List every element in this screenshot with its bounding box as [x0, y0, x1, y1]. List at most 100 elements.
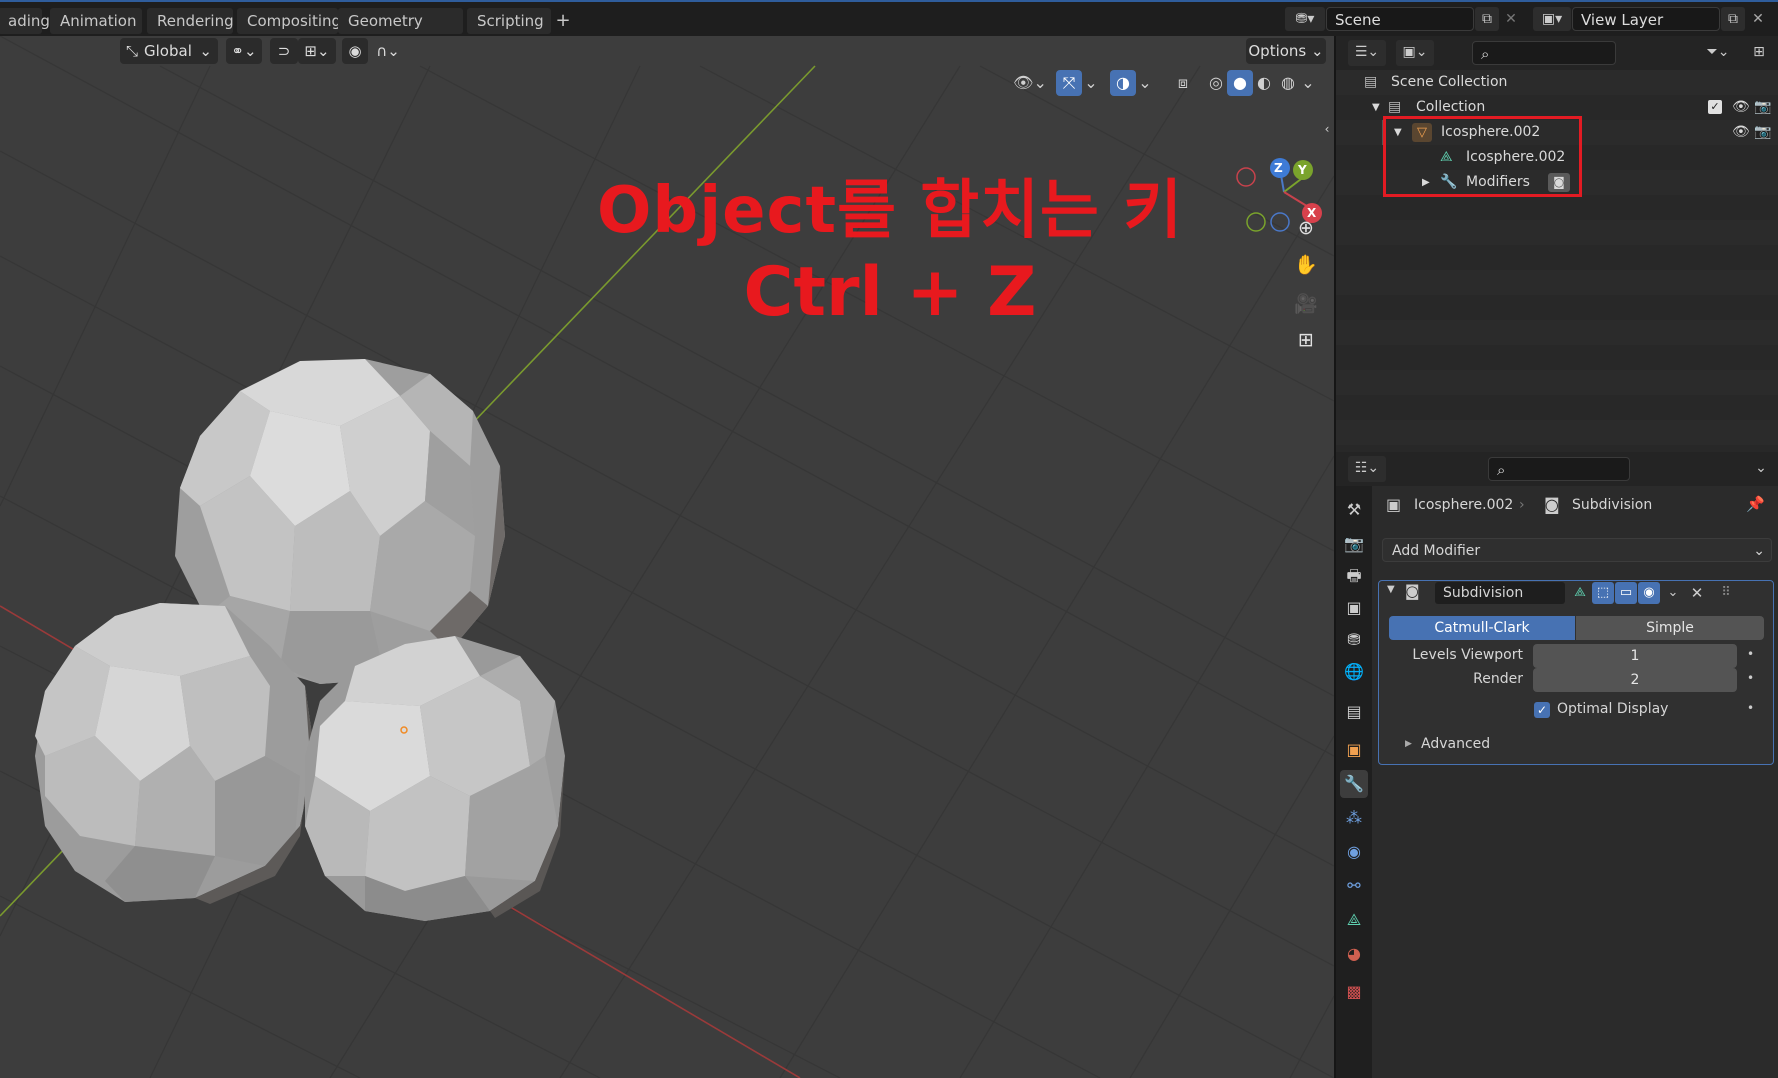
modifier-name-field[interactable]: Subdivision	[1435, 582, 1565, 604]
editor-type-dropdown[interactable]: ☷⌄	[1348, 456, 1386, 482]
render-toggle[interactable]: ◉	[1638, 582, 1660, 604]
shading-dropdown[interactable]: ⌄	[1299, 70, 1317, 96]
tab-geometry-nodes[interactable]: Geometry Nodes	[338, 8, 463, 56]
options-dropdown[interactable]: ⌄	[1748, 456, 1774, 482]
tab-shading[interactable]: ading	[0, 8, 50, 34]
snap-target-dropdown[interactable]: ⊞⌄	[298, 38, 336, 64]
tab-compositing[interactable]: Compositing	[237, 8, 341, 34]
scene-collection-icon: ▤	[1364, 74, 1378, 90]
tab-animation[interactable]: Animation	[50, 8, 142, 34]
scene-name-field[interactable]: Scene	[1326, 7, 1474, 31]
view-layer-selector-button[interactable]: ▣▾	[1533, 7, 1571, 31]
tab-output[interactable]: 🖶	[1340, 562, 1368, 590]
tab-object[interactable]: ▣	[1340, 736, 1368, 764]
new-view-layer-button[interactable]: ⧉	[1721, 7, 1745, 31]
tab-modifiers[interactable]: 🔧	[1340, 770, 1368, 798]
tab-data[interactable]: ⟁	[1340, 906, 1368, 934]
tab-scripting[interactable]: Scripting	[467, 8, 551, 34]
simple-button[interactable]: Simple	[1576, 616, 1764, 640]
wireframe-shading-button[interactable]: ◎	[1203, 70, 1229, 96]
add-modifier-dropdown[interactable]: Add Modifier ⌄	[1382, 538, 1772, 562]
modifier-extras-dropdown[interactable]: ⌄	[1662, 582, 1684, 604]
keyframe-dot-icon[interactable]: •	[1747, 671, 1754, 685]
sidebar-toggle[interactable]: ‹	[1320, 116, 1334, 142]
keyframe-dot-icon[interactable]: •	[1747, 701, 1754, 715]
tab-tool[interactable]: ⚒	[1340, 496, 1368, 524]
zoom-button[interactable]: ⊕	[1290, 212, 1322, 244]
gizmo-toggle[interactable]: ⤧	[1056, 70, 1082, 96]
tab-collection[interactable]: ▤	[1340, 698, 1368, 726]
expand-arrow-icon[interactable]: ▼	[1372, 95, 1380, 120]
new-collection-button[interactable]: ⊞	[1746, 40, 1772, 66]
render-icon: 📷	[1344, 534, 1364, 553]
gizmo-y-label[interactable]: Y	[1298, 163, 1307, 177]
levels-viewport-field[interactable]: 1	[1533, 644, 1737, 668]
tab-material[interactable]: ◕	[1340, 940, 1368, 968]
3d-viewport[interactable]: Z Y X ⤡ Global ⌄ ⚭⌄ ⊃ ⊞⌄ ◉ ∩⌄ Options ⌄ 👁⌄…	[0, 36, 1334, 1078]
delete-scene-button[interactable]: ✕	[1500, 7, 1522, 31]
delete-view-layer-button[interactable]: ✕	[1746, 7, 1770, 31]
tab-physics[interactable]: ◉	[1340, 838, 1368, 866]
overlays-toggle[interactable]: ◑	[1110, 70, 1136, 96]
filter-dropdown[interactable]: ⏷⌄	[1698, 40, 1738, 66]
outliner-header: ☰⌄ ▣⌄ ⌕ ⏷⌄ ⊞	[1336, 36, 1778, 70]
tab-render[interactable]: 📷	[1340, 530, 1368, 558]
gizmo-dropdown[interactable]: ⌄	[1082, 70, 1100, 96]
tab-scene[interactable]: ⛃	[1340, 626, 1368, 654]
snap-toggle[interactable]: ⊃	[270, 38, 298, 64]
tab-texture[interactable]: ▩	[1340, 978, 1368, 1006]
scene-selector-button[interactable]: ⛃▾	[1285, 7, 1325, 31]
options-dropdown[interactable]: Options ⌄	[1246, 38, 1326, 64]
breadcrumb-object: Icosphere.002	[1414, 497, 1514, 513]
proportional-editing-toggle[interactable]: ◉	[342, 38, 368, 64]
camera-render-icon[interactable]: 📷	[1754, 120, 1771, 145]
visibility-selectability-dropdown[interactable]: 👁⌄	[1012, 70, 1048, 96]
eye-icon[interactable]: 👁	[1732, 120, 1750, 145]
rendered-shading-button[interactable]: ◍	[1275, 70, 1301, 96]
tab-constraints[interactable]: ⚯	[1340, 872, 1368, 900]
xray-toggle[interactable]: ⧈	[1170, 70, 1196, 96]
display-mode-dropdown[interactable]: ▣⌄	[1396, 40, 1434, 66]
proportional-icon: ◉	[348, 42, 362, 60]
camera-view-button[interactable]: 🎥	[1290, 288, 1322, 320]
view-layer-name-field[interactable]: View Layer	[1572, 7, 1720, 31]
pivot-point-dropdown[interactable]: ⚭⌄	[226, 38, 262, 64]
overlays-dropdown[interactable]: ⌄	[1136, 70, 1154, 96]
drag-handle[interactable]: ⠿	[1715, 582, 1737, 604]
perspective-toggle-button[interactable]: ⊞	[1290, 324, 1322, 356]
chevron-down-icon: ⌄	[1084, 73, 1098, 92]
tab-view-layer[interactable]: ▣	[1340, 594, 1368, 622]
exclude-checkbox[interactable]: ✓	[1708, 100, 1722, 114]
catmull-clark-button[interactable]: Catmull-Clark	[1389, 616, 1575, 640]
gizmo-z-label[interactable]: Z	[1274, 161, 1283, 175]
eye-icon[interactable]: 👁	[1732, 95, 1750, 120]
advanced-subpanel-header[interactable]: Advanced	[1421, 736, 1490, 752]
expand-arrow-icon[interactable]: ▶	[1405, 739, 1412, 749]
material-preview-button[interactable]: ◐	[1251, 70, 1277, 96]
collapse-arrow-icon[interactable]: ▼	[1387, 584, 1395, 595]
editor-type-dropdown[interactable]: ☰⌄	[1348, 40, 1386, 66]
camera-render-icon[interactable]: 📷	[1754, 95, 1771, 120]
tab-particles[interactable]: ⁂	[1340, 804, 1368, 832]
pan-button[interactable]: ✋	[1290, 249, 1322, 281]
render-levels-field[interactable]: 2	[1533, 668, 1737, 692]
outliner-row-scene-collection[interactable]: ▤ Scene Collection	[1336, 70, 1778, 95]
add-workspace-button[interactable]: +	[550, 8, 576, 34]
optimal-display-checkbox[interactable]: ✓	[1534, 702, 1550, 718]
outliner-search-input[interactable]: ⌕	[1472, 41, 1616, 65]
realtime-display-toggle[interactable]: ▭	[1615, 582, 1637, 604]
pin-icon[interactable]: 📌	[1746, 495, 1765, 513]
new-scene-button[interactable]: ⧉	[1475, 7, 1499, 31]
remove-modifier-button[interactable]: ✕	[1686, 582, 1708, 604]
solid-shading-button[interactable]: ●	[1227, 70, 1253, 96]
edit-mode-cage-toggle[interactable]: ⟁	[1569, 582, 1591, 604]
edit-mode-toggle[interactable]: ⬚	[1592, 582, 1614, 604]
tab-world[interactable]: 🌐	[1340, 658, 1368, 686]
tab-rendering[interactable]: Rendering	[147, 8, 234, 34]
transform-orientation-dropdown[interactable]: ⤡ Global ⌄	[120, 38, 218, 64]
breadcrumb-modifier: Subdivision	[1572, 497, 1653, 513]
proportional-falloff-dropdown[interactable]: ∩⌄	[370, 38, 406, 64]
properties-search-input[interactable]: ⌕	[1488, 457, 1630, 481]
properties-header: ☷⌄ ⌕ ⌄	[1336, 452, 1778, 486]
keyframe-dot-icon[interactable]: •	[1747, 647, 1754, 661]
